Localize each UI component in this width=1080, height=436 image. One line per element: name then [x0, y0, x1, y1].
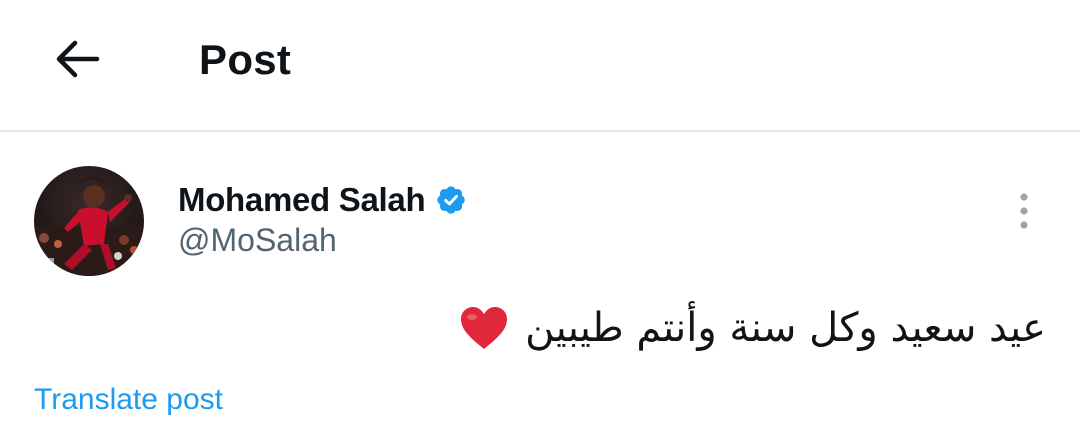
top-bar: Post: [0, 0, 1080, 132]
post-text: عيد سعيد وكل سنة وأنتم طيبين: [525, 305, 1046, 351]
translate-post-link[interactable]: Translate post: [34, 383, 223, 417]
more-vertical-icon: [1020, 193, 1028, 229]
red-heart-icon: [459, 305, 509, 351]
verified-badge-icon: [435, 184, 467, 216]
arrow-left-icon: [56, 40, 100, 78]
page-title: Post: [199, 36, 292, 83]
post-body: عيد سعيد وكل سنة وأنتم طيبين: [326, 298, 1046, 358]
author-display-name[interactable]: Mohamed Salah: [178, 181, 426, 219]
author-row: Mohamed Salah: [178, 178, 467, 222]
avatar[interactable]: [34, 166, 144, 276]
author-handle[interactable]: @MoSalah: [178, 222, 337, 259]
more-options-button[interactable]: [1004, 188, 1044, 234]
back-button[interactable]: [46, 28, 108, 90]
